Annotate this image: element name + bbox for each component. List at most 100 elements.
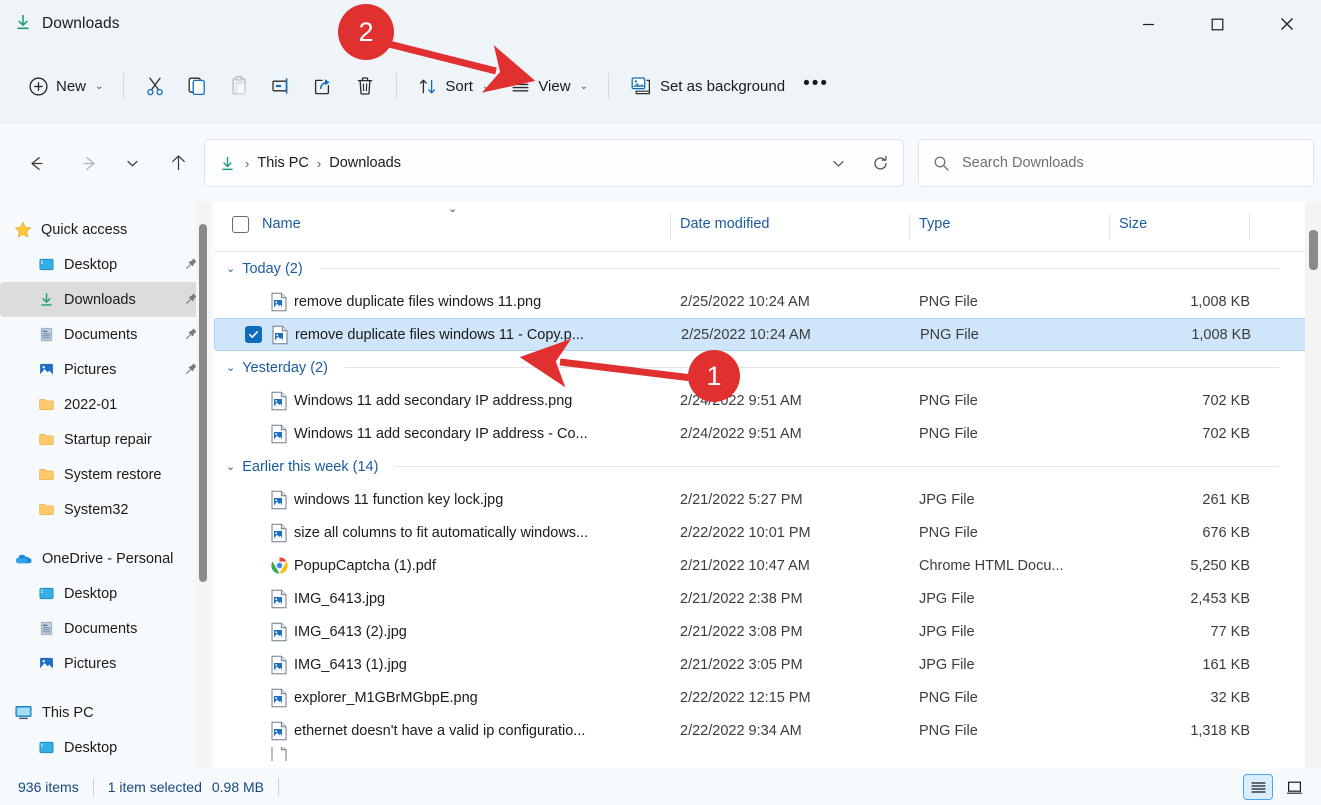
close-button[interactable] xyxy=(1252,0,1321,48)
address-dropdown-button[interactable] xyxy=(821,146,855,180)
table-row[interactable]: size all columns to fit automatically wi… xyxy=(214,516,1321,549)
cut-button[interactable] xyxy=(134,66,176,106)
more-options-button[interactable]: ••• xyxy=(795,66,837,106)
this-pc-icon xyxy=(14,703,33,722)
table-row-partial[interactable] xyxy=(214,747,1321,761)
sidebar-item-downloads[interactable]: Downloads xyxy=(0,282,208,317)
sidebar-item-onedrive[interactable]: OneDrive - Personal xyxy=(0,541,208,576)
image-file-icon xyxy=(270,490,288,510)
recent-locations-button[interactable] xyxy=(114,145,150,181)
table-row[interactable]: IMG_6413.jpg 2/21/2022 2:38 PM JPG File … xyxy=(214,582,1321,615)
plus-circle-icon xyxy=(28,76,49,97)
minimize-button[interactable] xyxy=(1114,0,1183,48)
sidebar-item-onedrive-documents[interactable]: Documents xyxy=(0,611,208,646)
group-header-yesterday[interactable]: ⌄ Yesterday (2) xyxy=(214,351,1321,384)
image-file-icon xyxy=(271,325,289,345)
sidebar-item-system-restore[interactable]: System restore xyxy=(0,457,208,492)
copy-button[interactable] xyxy=(176,66,218,106)
column-header-size[interactable]: Size xyxy=(1119,216,1147,232)
file-date: 2/24/2022 9:51 AM xyxy=(680,426,802,442)
sidebar-item-quick-access[interactable]: Quick access xyxy=(0,212,208,247)
file-type: PNG File xyxy=(919,690,978,706)
table-row[interactable]: Windows 11 add secondary IP address.png … xyxy=(214,384,1321,417)
navigation-bar: › This PC › Downloads xyxy=(0,124,1321,202)
column-header-name[interactable]: Name xyxy=(262,216,301,232)
chevron-down-icon: ⌄ xyxy=(226,460,235,473)
sidebar-item-onedrive-pictures[interactable]: Pictures xyxy=(0,646,208,681)
sidebar-label: Pictures xyxy=(64,362,116,378)
forward-button[interactable] xyxy=(71,145,107,181)
up-button[interactable] xyxy=(160,145,196,181)
sidebar-item-pictures[interactable]: Pictures xyxy=(0,352,208,387)
large-icons-view-button[interactable] xyxy=(1279,774,1309,800)
maximize-button[interactable] xyxy=(1183,0,1252,48)
file-date: 2/22/2022 12:15 PM xyxy=(680,690,811,706)
rename-button[interactable] xyxy=(260,66,302,106)
view-button-label: View xyxy=(538,78,570,95)
address-bar[interactable]: › This PC › Downloads xyxy=(204,139,904,187)
group-header-today[interactable]: ⌄ Today (2) xyxy=(214,252,1321,285)
table-row[interactable]: IMG_6413 (2).jpg 2/21/2022 3:08 PM JPG F… xyxy=(214,615,1321,648)
command-toolbar: New ⌄ xyxy=(0,48,1321,124)
share-button[interactable] xyxy=(302,66,344,106)
desktop-icon xyxy=(38,256,55,273)
group-header-earlier-this-week[interactable]: ⌄ Earlier this week (14) xyxy=(214,450,1321,483)
sidebar-item-documents[interactable]: Documents xyxy=(0,317,208,352)
set-as-background-button[interactable]: Set as background xyxy=(619,66,795,106)
navigation-sidebar: Quick access Desktop xyxy=(0,202,214,769)
selected-file-row[interactable]: remove duplicate files windows 11 - Copy… xyxy=(214,318,1321,351)
refresh-button[interactable] xyxy=(863,146,897,180)
sidebar-item-desktop[interactable]: Desktop xyxy=(0,247,208,282)
table-row[interactable]: remove duplicate files windows 11.png 2/… xyxy=(214,285,1321,318)
sort-icon xyxy=(417,76,438,97)
column-divider[interactable] xyxy=(1249,214,1250,240)
sidebar-label: Desktop xyxy=(64,740,117,756)
sidebar-item-this-pc[interactable]: This PC xyxy=(0,695,208,730)
file-name: IMG_6413.jpg xyxy=(294,591,385,607)
view-button[interactable]: View ⌄ xyxy=(500,66,598,106)
file-date: 2/22/2022 10:01 PM xyxy=(680,525,811,541)
search-box[interactable]: Search Downloads xyxy=(918,139,1314,187)
table-row[interactable]: Windows 11 add secondary IP address - Co… xyxy=(214,417,1321,450)
group-label: Earlier this week (14) xyxy=(242,459,378,475)
chevron-down-icon: ⌄ xyxy=(580,81,588,92)
sidebar-label: Desktop xyxy=(64,257,117,273)
column-header-date-modified[interactable]: Date modified xyxy=(680,216,769,232)
sort-button[interactable]: Sort ⌄ xyxy=(407,66,500,106)
sidebar-item-2022-01[interactable]: 2022-01 xyxy=(0,387,208,422)
paste-button[interactable] xyxy=(218,66,260,106)
column-divider[interactable] xyxy=(1109,214,1110,240)
table-row[interactable]: windows 11 function key lock.jpg 2/21/20… xyxy=(214,483,1321,516)
table-row[interactable]: explorer_M1GBrMGbpE.png 2/22/2022 12:15 … xyxy=(214,681,1321,714)
back-button[interactable] xyxy=(18,145,54,181)
item-count: 936 items xyxy=(18,779,79,795)
details-view-button[interactable] xyxy=(1243,774,1273,800)
breadcrumb-item-downloads[interactable]: Downloads xyxy=(322,151,408,175)
row-checkbox-checked[interactable] xyxy=(245,326,262,343)
sidebar-item-onedrive-desktop[interactable]: Desktop xyxy=(0,576,208,611)
column-header-type[interactable]: Type xyxy=(919,216,950,232)
sidebar-item-system32[interactable]: System32 xyxy=(0,492,208,527)
status-bar: 936 items 1 item selected 0.98 MB xyxy=(0,769,1321,805)
view-toggle-group xyxy=(1243,774,1309,800)
sidebar-scrollbar[interactable] xyxy=(196,202,210,769)
select-all-checkbox[interactable] xyxy=(232,216,249,233)
file-size: 261 KB xyxy=(1042,492,1250,508)
sidebar-label: Startup repair xyxy=(64,432,152,448)
table-row[interactable]: PopupCaptcha (1).pdf 2/21/2022 10:47 AM … xyxy=(214,549,1321,582)
sidebar-scrollbar-thumb[interactable] xyxy=(199,224,207,582)
file-list-scrollbar[interactable] xyxy=(1305,202,1321,769)
file-list-scrollbar-thumb[interactable] xyxy=(1309,230,1318,270)
breadcrumb-item-this-pc[interactable]: This PC xyxy=(250,151,316,175)
sidebar-item-thispc-desktop[interactable]: Desktop xyxy=(0,730,208,765)
table-row[interactable]: IMG_6413 (1).jpg 2/21/2022 3:05 PM JPG F… xyxy=(214,648,1321,681)
sidebar-item-startup-repair[interactable]: Startup repair xyxy=(0,422,208,457)
table-row[interactable]: ethernet doesn't have a valid ip configu… xyxy=(214,714,1321,747)
toolbar-divider-2 xyxy=(396,73,397,99)
column-divider[interactable] xyxy=(670,214,671,240)
file-name: IMG_6413 (2).jpg xyxy=(294,624,407,640)
delete-button[interactable] xyxy=(344,66,386,106)
column-divider[interactable] xyxy=(909,214,910,240)
search-input[interactable]: Search Downloads xyxy=(962,155,1084,171)
new-button[interactable]: New ⌄ xyxy=(18,66,113,106)
